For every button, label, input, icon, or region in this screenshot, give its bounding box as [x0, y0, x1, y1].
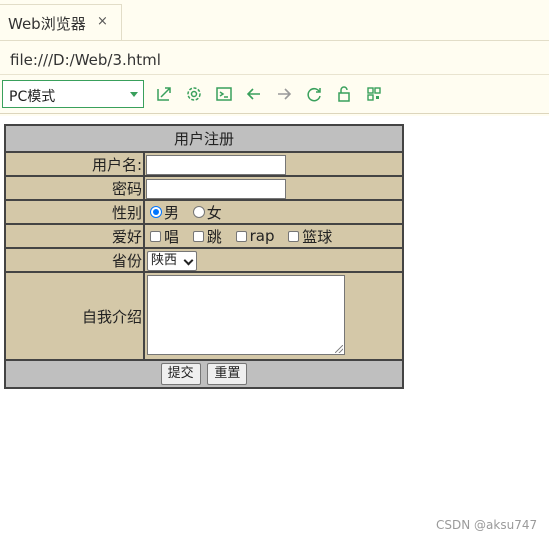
checkbox-sing[interactable]	[150, 230, 161, 242]
resize-handle-icon[interactable]	[335, 345, 343, 353]
url-text[interactable]: file:///D:/Web/3.html	[10, 51, 161, 69]
intro-textarea[interactable]	[147, 275, 345, 355]
gender-female-label: 女	[206, 203, 222, 222]
mode-dropdown[interactable]: PC模式	[2, 80, 144, 108]
reset-button[interactable]: 重置	[207, 363, 248, 385]
mode-label: PC模式	[9, 89, 56, 105]
hobby-option-rap[interactable]: rap	[231, 227, 275, 245]
checkbox-basketball[interactable]	[288, 230, 300, 242]
radio-female[interactable]	[192, 206, 205, 218]
username-input[interactable]	[146, 154, 286, 175]
close-icon[interactable]: ×	[97, 14, 108, 29]
password-label: 密码	[5, 176, 144, 200]
browser-chrome: Web浏览器 × file:///D:/Web/3.html PC模式	[0, 0, 549, 116]
hobby-rap-label: rap	[249, 227, 275, 245]
forward-arrow-icon[interactable]	[274, 84, 294, 104]
province-selected: 陕西	[151, 253, 178, 268]
chevron-down-icon	[130, 92, 138, 97]
gender-option-male[interactable]: 男	[145, 202, 179, 223]
gender-male-label: 男	[164, 203, 180, 222]
submit-button[interactable]: 提交	[160, 363, 201, 385]
settings-icon[interactable]	[184, 84, 204, 104]
hobby-dance-label: 跳	[206, 227, 222, 246]
checkbox-rap[interactable]	[235, 230, 247, 242]
back-arrow-icon[interactable]	[244, 84, 264, 104]
hobby-option-sing[interactable]: 唱	[145, 226, 179, 247]
hobby-option-dance[interactable]: 跳	[188, 226, 222, 247]
toolbar: PC模式	[0, 77, 549, 114]
hobby-sing-label: 唱	[164, 227, 180, 246]
tab-web-browser[interactable]: Web浏览器 ×	[0, 4, 122, 40]
province-select[interactable]: 陕西	[147, 251, 197, 271]
chevron-down-icon	[183, 255, 194, 266]
qr-code-icon[interactable]	[364, 84, 384, 104]
hobby-label: 爱好	[5, 224, 144, 248]
unlock-icon[interactable]	[334, 84, 354, 104]
button-row: 提交 重置	[5, 360, 403, 388]
password-input[interactable]	[146, 178, 286, 199]
watermark: CSDN @aksu747	[436, 518, 538, 532]
radio-male[interactable]	[150, 206, 162, 218]
tab-strip: Web浏览器 ×	[0, 0, 549, 41]
username-label: 用户名:	[5, 152, 144, 176]
form-title: 用户注册	[5, 125, 403, 152]
province-label: 省份	[5, 248, 144, 272]
intro-label: 自我介绍	[5, 272, 144, 360]
hobby-option-basketball[interactable]: 篮球	[283, 226, 332, 247]
checkbox-dance[interactable]	[192, 230, 204, 242]
terminal-icon[interactable]	[214, 84, 234, 104]
gender-label: 性别	[5, 200, 144, 224]
open-external-icon[interactable]	[154, 84, 174, 104]
refresh-icon[interactable]	[304, 84, 324, 104]
hobby-basketball-label: 篮球	[302, 227, 333, 246]
address-bar[interactable]: file:///D:/Web/3.html	[0, 44, 549, 75]
registration-form: 用户注册 用户名: 密码 性别 男 女 爱好 唱 跳 rap 篮球 省份 陕西 …	[4, 124, 404, 389]
tab-title: Web浏览器	[8, 15, 86, 33]
gender-option-female[interactable]: 女	[188, 202, 222, 223]
